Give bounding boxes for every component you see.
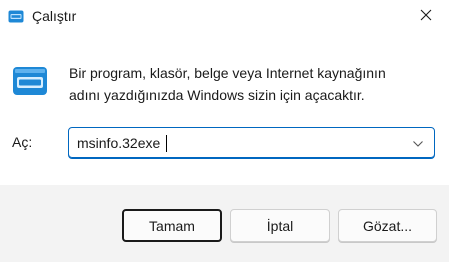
cancel-button[interactable]: İptal [230, 209, 330, 242]
ok-button[interactable]: Tamam [122, 209, 222, 242]
open-input[interactable] [77, 128, 397, 158]
run-icon [8, 10, 24, 23]
run-dialog-icon [12, 66, 48, 96]
chevron-down-icon [413, 134, 423, 152]
dialog-description: Bir program, klasör, belge veya Internet… [69, 62, 429, 106]
title-bar: Çalıştır [0, 0, 449, 34]
open-label: Aç: [12, 134, 33, 150]
dropdown-button[interactable] [406, 132, 430, 154]
text-caret [166, 135, 167, 152]
description-line: Bir program, klasör, belge veya Internet… [69, 65, 386, 81]
open-combobox[interactable] [68, 127, 435, 159]
run-dialog: Çalıştır Bir program, klasör, belge veya… [0, 0, 449, 262]
description-line: adını yazdığınızda Windows sizin için aç… [69, 87, 365, 103]
browse-button[interactable]: Gözat... [338, 209, 437, 242]
window-title: Çalıştır [32, 8, 77, 24]
close-icon [420, 8, 432, 26]
close-button[interactable] [403, 0, 449, 34]
